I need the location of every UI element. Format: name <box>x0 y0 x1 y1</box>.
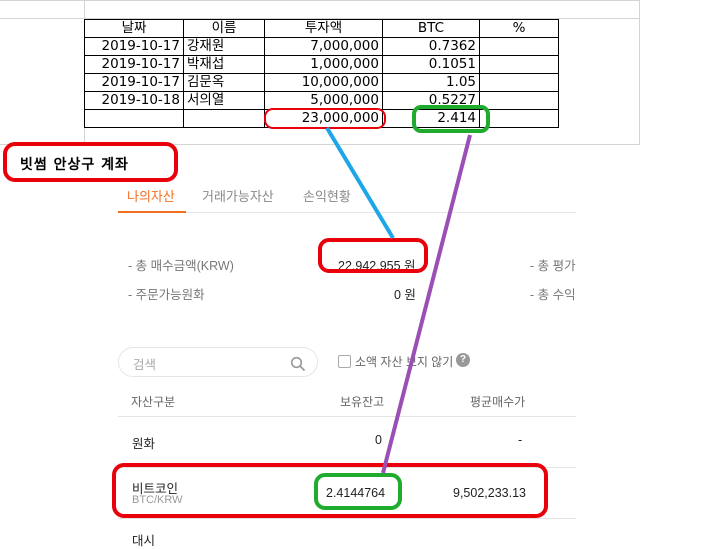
purple-arrow <box>381 134 472 474</box>
annotation-arrows <box>325 126 472 474</box>
blue-arrow <box>325 126 395 240</box>
